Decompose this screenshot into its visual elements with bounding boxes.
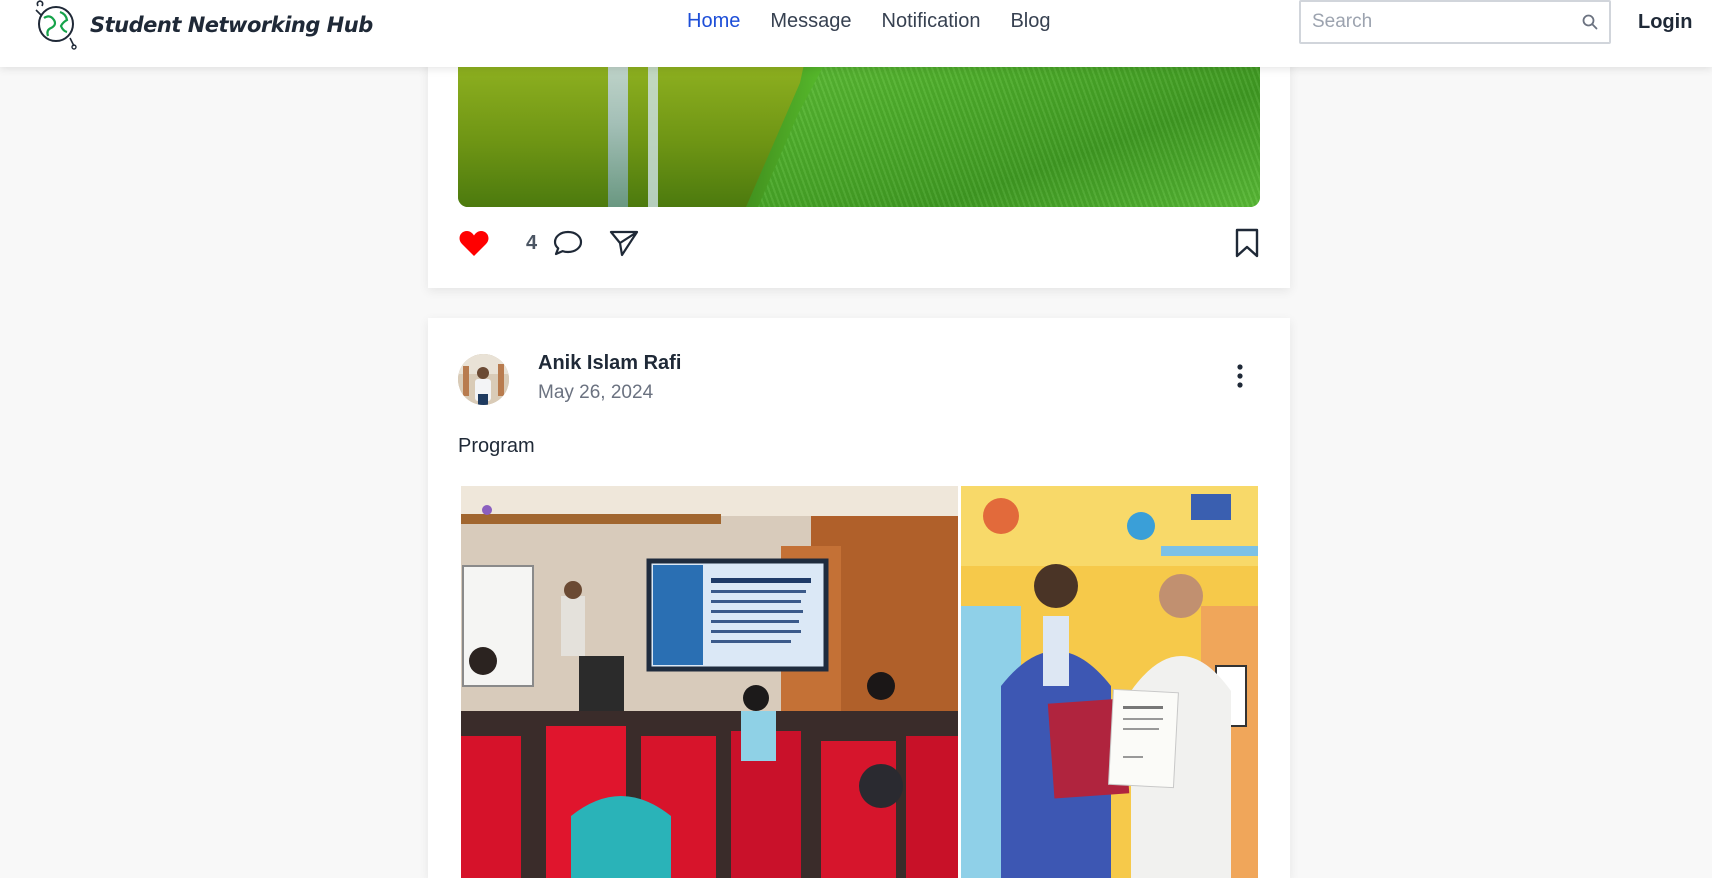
avatar-image <box>458 354 509 405</box>
nav-home[interactable]: Home <box>687 10 740 33</box>
post-photo-seminar[interactable] <box>461 486 958 878</box>
post-date: May 26, 2024 <box>538 382 654 403</box>
like-count: 4 <box>526 232 538 254</box>
search-icon[interactable] <box>1581 13 1599 31</box>
search-box <box>1299 0 1611 44</box>
globe-logo-icon <box>35 0 77 50</box>
login-button[interactable]: Login <box>1638 11 1692 34</box>
heart-icon[interactable] <box>458 228 490 258</box>
author-name[interactable]: Anik Islam Rafi <box>538 352 681 375</box>
post-card: Anik Islam Rafi May 26, 2024 Program <box>428 318 1290 878</box>
post-header: Anik Islam Rafi May 26, 2024 <box>458 352 1260 408</box>
nav-message[interactable]: Message <box>770 10 851 33</box>
post-photo-certificate[interactable] <box>961 486 1258 878</box>
avatar[interactable] <box>458 354 509 405</box>
brand-name: Student Networking Hub <box>90 13 373 37</box>
comment-icon[interactable] <box>552 228 584 258</box>
bookmark-icon[interactable] <box>1234 228 1260 258</box>
post-actions: 4 <box>458 226 1260 262</box>
post-text: Program <box>458 435 535 457</box>
top-navbar: Student Networking Hub Home Message Noti… <box>0 0 1712 67</box>
nav-notification[interactable]: Notification <box>882 10 981 33</box>
brand-logo[interactable]: Student Networking Hub <box>30 0 373 50</box>
more-vertical-icon[interactable] <box>1230 362 1250 390</box>
main-nav: Home Message Notification Blog <box>687 10 1050 33</box>
send-icon[interactable] <box>608 228 640 258</box>
nav-blog[interactable]: Blog <box>1010 10 1050 33</box>
seminar-photo-image <box>461 486 958 878</box>
search-input[interactable] <box>1301 2 1572 42</box>
certificate-photo-image <box>961 486 1258 878</box>
